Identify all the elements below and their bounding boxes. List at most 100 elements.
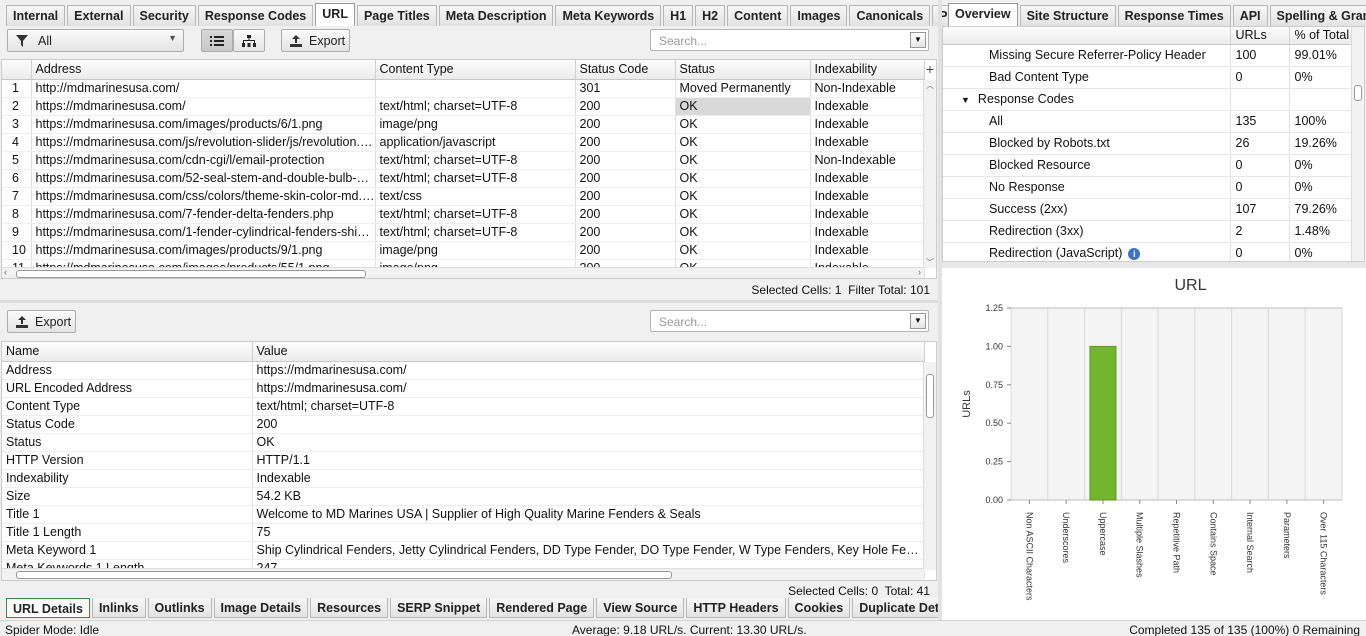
overview-urls: 107 <box>1230 198 1290 221</box>
info-icon[interactable]: i <box>1128 248 1141 260</box>
details-vertical-scrollbar[interactable] <box>923 362 936 570</box>
details-search-input[interactable]: Search... ▼ <box>650 310 929 332</box>
overview-row[interactable]: No Response 0 0% <box>943 176 1352 199</box>
table-row[interactable]: 6 https://mdmarinesusa.com/52-seal-stem-a… <box>2 169 925 188</box>
tab-canonicals[interactable]: Canonicals <box>849 5 931 26</box>
scroll-thumb[interactable] <box>16 270 366 278</box>
tab-meta-description[interactable]: Meta Description <box>438 5 554 26</box>
detail-value: Ship Cylindrical Fenders, Jetty Cylindri… <box>252 541 925 560</box>
detail-row[interactable]: Status OK <box>2 433 925 452</box>
column-header-content-type[interactable]: Content Type <box>375 60 576 80</box>
tab-outlinks[interactable]: Outlinks <box>147 598 212 618</box>
detail-row[interactable]: Meta Keyword 1 Ship Cylindrical Fenders, … <box>2 541 925 560</box>
tab-view-source[interactable]: View Source <box>596 598 685 618</box>
tab-serp-snippet[interactable]: SERP Snippet <box>390 598 488 618</box>
table-row[interactable]: 10 https://mdmarinesusa.com/images/produc… <box>2 241 925 260</box>
overview-label: Response Codes <box>977 92 1074 106</box>
tree-view-button[interactable] <box>233 29 265 52</box>
column-header-indexability[interactable]: Indexability <box>810 60 925 80</box>
overview-row[interactable]: Bad Content Type 0 0% <box>943 66 1352 89</box>
column-header-value[interactable]: Value <box>252 342 925 362</box>
chevron-down-icon[interactable]: ▼ <box>910 313 926 329</box>
overview-row[interactable]: ▼ Response Codes <box>943 88 1352 111</box>
tab-response-codes[interactable]: Response Codes <box>197 5 314 26</box>
tab-resources[interactable]: Resources <box>310 598 389 618</box>
column-header-address[interactable]: Address <box>31 60 376 80</box>
scroll-thumb[interactable] <box>1354 85 1362 101</box>
tab-h2[interactable]: H2 <box>695 5 726 26</box>
overview-row[interactable]: All 135 100% <box>943 110 1352 133</box>
horizontal-scrollbar[interactable]: ‹ › <box>2 267 924 278</box>
tab-inlinks[interactable]: Inlinks <box>91 598 146 618</box>
table-row[interactable]: 4 https://mdmarinesusa.com/js/revolution-… <box>2 133 925 152</box>
panel-divider[interactable] <box>0 300 938 303</box>
scroll-thumb[interactable] <box>926 374 934 418</box>
detail-row[interactable]: Address https://mdmarinesusa.com/ <box>2 361 925 380</box>
tab-cookies[interactable]: Cookies <box>787 598 851 618</box>
add-column-icon[interactable]: + <box>926 61 934 77</box>
details-export-button[interactable]: Export <box>7 310 76 333</box>
detail-row[interactable]: Title 1 Length 75 <box>2 523 925 542</box>
export-button[interactable]: Export <box>281 29 350 52</box>
table-row[interactable]: 2 https://mdmarinesusa.com/text/html; cha… <box>2 97 925 116</box>
tab-images[interactable]: Images <box>790 5 848 26</box>
chevron-down-icon[interactable]: ﹀ <box>926 257 934 268</box>
tab-meta-keywords[interactable]: Meta Keywords <box>555 5 662 26</box>
tab-response-times[interactable]: Response Times <box>1117 5 1231 26</box>
chevron-left-icon[interactable]: ‹ <box>4 267 7 277</box>
column-header-status[interactable]: Status <box>675 60 811 80</box>
tab-http-headers[interactable]: HTTP Headers <box>686 598 786 618</box>
expand-arrow-icon[interactable]: ▼ <box>961 95 970 105</box>
filter-dropdown[interactable]: All ▼ <box>7 29 184 52</box>
tab-image-details[interactable]: Image Details <box>213 598 309 618</box>
detail-row[interactable]: Title 1 Welcome to MD Marines USA | Suppl… <box>2 505 925 524</box>
tab-api[interactable]: API <box>1232 5 1268 26</box>
tab-site-structure[interactable]: Site Structure <box>1019 5 1116 26</box>
overview-row[interactable]: Blocked by Robots.txt 26 19.26% <box>943 132 1352 155</box>
tab-content[interactable]: Content <box>727 5 789 26</box>
tab-page-titles[interactable]: Page Titles <box>356 5 437 26</box>
column-header-name[interactable]: Name <box>2 342 253 362</box>
detail-row[interactable]: Size 54.2 KB <box>2 487 925 506</box>
details-horizontal-scrollbar[interactable] <box>2 568 924 580</box>
table-cell: OK <box>675 115 811 134</box>
row-number: 2 <box>2 97 32 116</box>
tab-internal[interactable]: Internal <box>6 5 66 26</box>
chevron-right-icon[interactable]: › <box>918 267 921 277</box>
list-view-button[interactable] <box>201 29 233 52</box>
detail-row[interactable]: Content Type text/html; charset=UTF-8 <box>2 397 925 416</box>
table-row[interactable]: 8 https://mdmarinesusa.com/7-fender-delta… <box>2 205 925 224</box>
chevron-down-icon[interactable]: ▼ <box>910 32 926 48</box>
table-row[interactable]: 3 https://mdmarinesusa.com/images/product… <box>2 115 925 134</box>
tab-url-details[interactable]: URL Details <box>6 598 90 618</box>
overview-label-cell: Success (2xx) <box>943 198 1231 221</box>
chevron-up-icon[interactable]: ︿ <box>926 80 934 91</box>
detail-row[interactable]: HTTP Version HTTP/1.1 <box>2 451 925 470</box>
tab-external[interactable]: External <box>67 5 131 26</box>
overview-label-cell: No Response <box>943 176 1231 199</box>
overview-vertical-scrollbar[interactable] <box>1351 27 1364 261</box>
overview-header-row: URLs% of Total <box>943 27 1352 45</box>
detail-row[interactable]: Indexability Indexable <box>2 469 925 488</box>
tab-spelling-gram[interactable]: Spelling & Gram <box>1269 5 1366 26</box>
tab-security[interactable]: Security <box>132 5 196 26</box>
tab-rendered-page[interactable]: Rendered Page <box>489 598 595 618</box>
overview-row[interactable]: Redirection (3xx) 2 1.48% <box>943 220 1352 243</box>
table-row[interactable]: 1 http://mdmarinesusa.com/301 Moved Perman… <box>2 79 925 98</box>
column-header-status-code[interactable]: Status Code <box>575 60 676 80</box>
scroll-thumb[interactable] <box>16 571 672 579</box>
table-row[interactable]: 5 https://mdmarinesusa.com/cdn-cgi/l/emai… <box>2 151 925 170</box>
vertical-scrollbar[interactable]: ︿ ﹀ <box>923 80 936 268</box>
tab-overview[interactable]: Overview <box>948 3 1018 26</box>
overview-row[interactable]: Missing Secure Referrer-Policy Header 100… <box>943 44 1352 67</box>
table-row[interactable]: 7 https://mdmarinesusa.com/css/colors/the… <box>2 187 925 206</box>
tab-h1[interactable]: H1 <box>663 5 694 26</box>
overview-row[interactable]: Redirection (JavaScript) i 0 0% <box>943 242 1352 261</box>
search-input[interactable]: Search... ▼ <box>650 29 929 51</box>
tab-url[interactable]: URL <box>315 3 355 26</box>
detail-row[interactable]: URL Encoded Address https://mdmarinesusa.… <box>2 379 925 398</box>
table-row[interactable]: 9 https://mdmarinesusa.com/1-fender-cylin… <box>2 223 925 242</box>
overview-row[interactable]: Blocked Resource 0 0% <box>943 154 1352 177</box>
overview-row[interactable]: Success (2xx) 107 79.26% <box>943 198 1352 221</box>
detail-row[interactable]: Status Code 200 <box>2 415 925 434</box>
